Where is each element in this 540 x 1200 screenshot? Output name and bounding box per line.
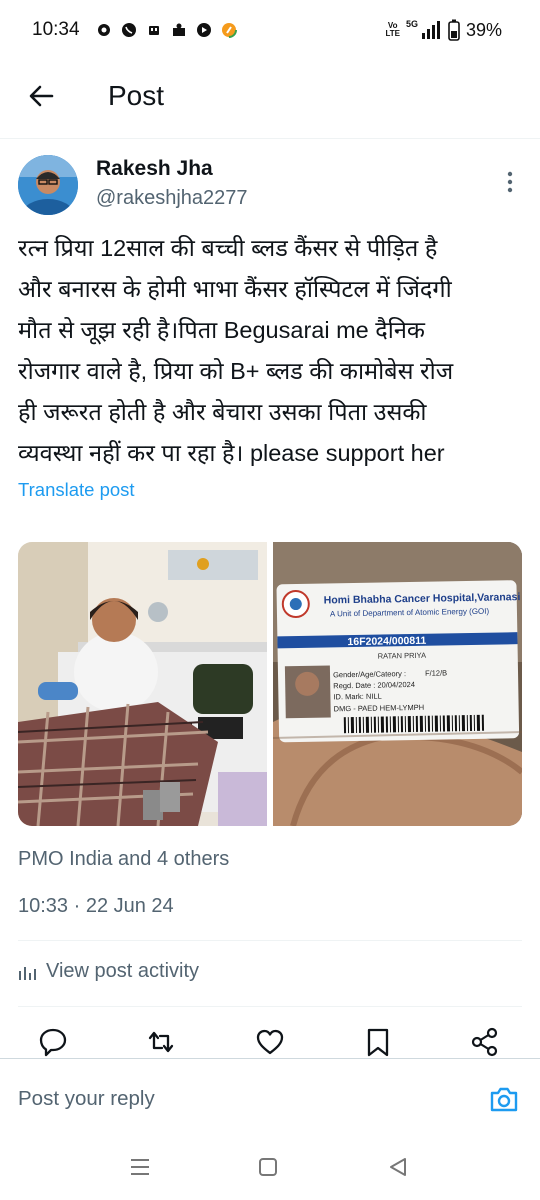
liked-by-text[interactable]: PMO India and 4 others — [18, 848, 229, 871]
card-id-mark: ID. Mark: NILL — [333, 692, 381, 702]
page-title: Post — [108, 80, 165, 111]
bookmark-icon[interactable] — [363, 1026, 393, 1058]
divider — [18, 940, 522, 941]
notification-icons — [96, 22, 237, 38]
reply-bar: Post your reply — [0, 1058, 540, 1139]
app-icon — [221, 22, 237, 38]
post-text: रत्न प्रिया 12साल की बच्ची ब्लड कैंसर से… — [18, 235, 454, 466]
play-icon — [197, 23, 211, 37]
battery-icon — [448, 19, 460, 41]
status-bar: 10:34 Vo LTE 5G 39% — [0, 0, 540, 62]
whatsapp-icon — [122, 23, 136, 37]
camera-icon[interactable] — [488, 1083, 520, 1115]
card-gender-label: Gender/Age/Cateory : — [333, 669, 406, 679]
card-number: 16F2024/000811 — [347, 635, 426, 648]
view-post-activity-link[interactable]: View post activity — [18, 960, 199, 983]
reply-input[interactable]: Post your reply — [18, 1087, 155, 1111]
status-time: 10:34 — [32, 19, 80, 40]
status-right: Vo LTE 5G 39% — [385, 19, 502, 41]
author-handle[interactable]: @rakeshjha2277 — [96, 187, 248, 210]
post-datetime: 10:33 · 22 Jun 24 — [18, 895, 174, 917]
divider — [18, 1006, 522, 1007]
card-dmg: DMG - PAED HEM-LYMPH — [334, 703, 425, 714]
author-name[interactable]: Rakesh Jha — [96, 157, 213, 181]
card-regd-date: Regd. Date : 20/04/2024 — [333, 680, 415, 690]
view-post-activity-label: View post activity — [46, 960, 200, 982]
top-bar: Post — [0, 62, 540, 139]
back-triangle-icon[interactable] — [386, 1155, 410, 1179]
repost-icon[interactable] — [146, 1026, 176, 1058]
post-actions — [0, 1026, 540, 1060]
analytics-icon — [19, 966, 36, 980]
notification-icon — [149, 26, 159, 35]
network-type: 5G — [405, 19, 418, 29]
volte-indicator: Vo LTE — [385, 21, 400, 38]
card-gender-value: F/12/B — [425, 668, 447, 677]
like-heart-icon[interactable] — [255, 1026, 285, 1058]
notification-app-icon — [98, 24, 110, 36]
battery-percent: 39% — [465, 19, 502, 40]
news-app-icon — [173, 23, 185, 36]
reply-icon[interactable] — [38, 1026, 68, 1058]
post-image-hospital[interactable] — [18, 542, 267, 826]
translate-post-link[interactable]: Translate post — [18, 479, 135, 501]
more-options-icon[interactable] — [500, 170, 520, 194]
card-name: RATAN PRIYA — [378, 651, 426, 661]
avatar[interactable] — [18, 155, 78, 215]
share-icon[interactable] — [470, 1026, 500, 1058]
signal-icon — [421, 21, 440, 39]
post-image-id-card[interactable]: Homi Bhabha Cancer Hospital,Varanasi A U… — [273, 542, 522, 826]
arrow-left-icon[interactable] — [26, 80, 58, 112]
system-nav-bar — [0, 1138, 540, 1200]
recents-menu-icon[interactable] — [128, 1155, 152, 1179]
home-square-icon[interactable] — [256, 1155, 280, 1179]
